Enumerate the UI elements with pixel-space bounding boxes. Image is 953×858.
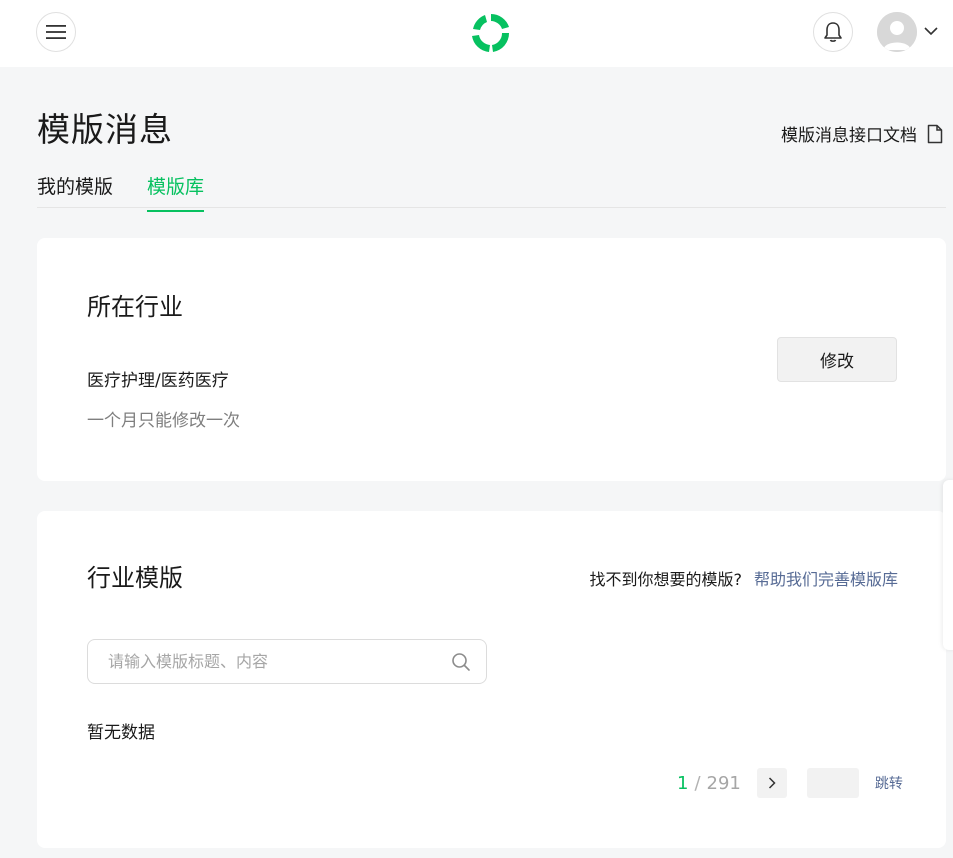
search-input[interactable]	[108, 652, 448, 671]
chevron-right-icon	[768, 777, 776, 789]
jump-page-input[interactable]	[806, 768, 859, 798]
tab-template-library[interactable]: 模版库	[147, 172, 205, 212]
industry-tip: 一个月只能修改一次	[87, 411, 240, 431]
search-icon[interactable]	[451, 652, 471, 672]
industry-card: 所在行业 医疗护理/医药医疗 一个月只能修改一次 修改	[37, 238, 946, 481]
edit-industry-button[interactable]: 修改	[777, 337, 897, 382]
jump-button[interactable]: 跳转	[875, 773, 903, 793]
pagination: 1 / 291 跳转	[677, 767, 903, 799]
help-text: 找不到你想要的模版? 帮助我们完善模版库	[589, 566, 898, 590]
bell-icon	[824, 22, 842, 42]
page-title: 模版消息	[37, 110, 173, 149]
empty-state-text: 暂无数据	[87, 723, 155, 743]
templates-title: 行业模版	[87, 564, 183, 592]
industry-value: 医疗护理/医药医疗	[87, 371, 229, 391]
next-page-button[interactable]	[756, 768, 787, 798]
industry-title: 所在行业	[87, 293, 183, 321]
notification-button[interactable]	[813, 12, 853, 52]
user-avatar-icon	[877, 12, 917, 52]
page-separator: /	[694, 772, 701, 794]
hamburger-menu-icon	[46, 25, 66, 39]
current-page: 1	[677, 772, 689, 794]
wechat-logo-icon	[472, 14, 510, 52]
api-doc-link-label: 模版消息接口文档	[781, 126, 917, 146]
chevron-down-icon[interactable]	[924, 26, 938, 36]
side-float-panel[interactable]	[943, 480, 953, 650]
improve-library-link[interactable]: 帮助我们完善模版库	[754, 570, 898, 589]
help-question: 找不到你想要的模版?	[589, 570, 742, 589]
tab-bar: 我的模版 模版库	[37, 160, 946, 212]
menu-button[interactable]	[36, 12, 76, 52]
api-doc-link[interactable]: 模版消息接口文档	[781, 121, 943, 146]
search-box	[87, 639, 487, 684]
total-pages: 291	[706, 772, 741, 794]
industry-templates-card: 行业模版 找不到你想要的模版? 帮助我们完善模版库 暂无数据 1 / 291 跳转	[37, 511, 946, 848]
tab-my-templates[interactable]: 我的模版	[37, 172, 113, 210]
document-icon	[927, 124, 943, 143]
top-bar	[0, 0, 953, 67]
avatar[interactable]	[877, 12, 917, 52]
